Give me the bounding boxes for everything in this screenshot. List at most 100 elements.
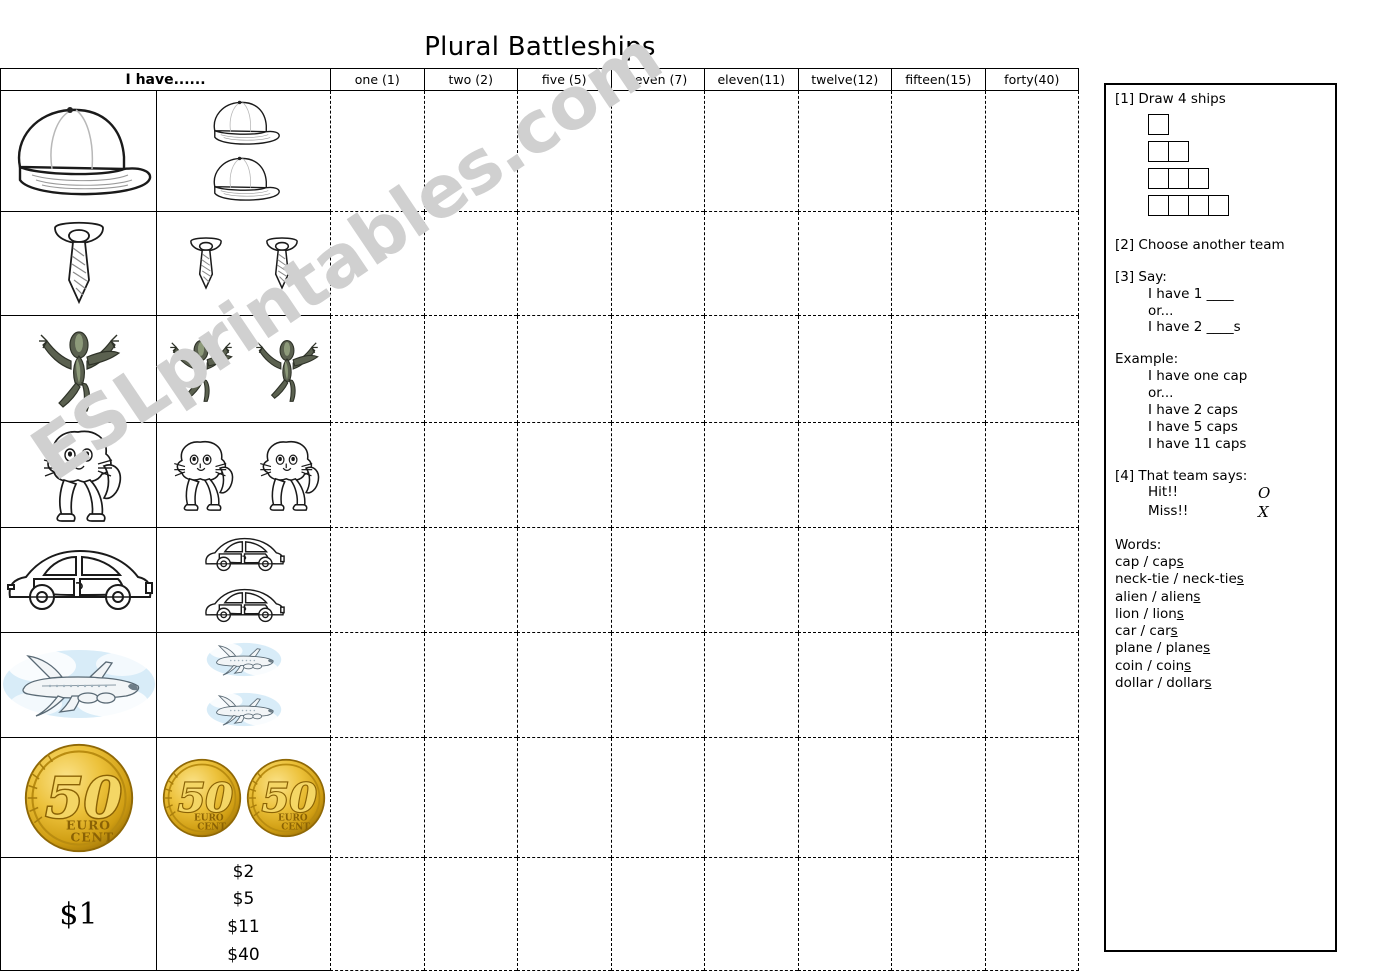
grid-cell[interactable] xyxy=(330,528,424,633)
grid-cell[interactable] xyxy=(891,528,985,633)
grid-cell[interactable] xyxy=(610,423,704,528)
example-line-or: or... xyxy=(1148,385,1174,401)
grid-cell[interactable] xyxy=(891,316,985,423)
grid-cell[interactable] xyxy=(704,212,798,316)
grid-cell[interactable] xyxy=(984,91,1079,212)
ship-cell xyxy=(1148,194,1169,216)
word-pair-coin: coin / coins xyxy=(1115,658,1326,675)
grid-cell[interactable] xyxy=(891,91,985,212)
dollar-amount-list: $2 $5 $11 $40 xyxy=(227,859,259,969)
grid-cell[interactable] xyxy=(797,91,891,212)
word-pair-plane: plane / planes xyxy=(1115,640,1326,657)
plane-icon xyxy=(206,642,281,677)
grid-cell[interactable] xyxy=(984,212,1079,316)
grid-cell[interactable] xyxy=(704,858,798,971)
grid-cell[interactable] xyxy=(423,528,517,633)
grid-cell[interactable] xyxy=(610,91,704,212)
word-plural-suffix: s xyxy=(1184,657,1192,674)
grid-cell[interactable] xyxy=(797,212,891,316)
grid-cell[interactable] xyxy=(704,633,798,738)
grid-cell[interactable] xyxy=(704,738,798,858)
example-line-1: I have one cap xyxy=(1148,368,1248,385)
grid-cell[interactable] xyxy=(330,633,424,738)
grid-cell[interactable] xyxy=(704,528,798,633)
word-separator: / xyxy=(1151,588,1161,605)
grid-cell[interactable] xyxy=(517,316,611,423)
grid-cell[interactable] xyxy=(517,91,611,212)
say-line-or: or... xyxy=(1148,302,1174,319)
page-title: Plural Battleships xyxy=(424,32,656,62)
grid-cell[interactable] xyxy=(517,633,611,738)
grid-cell[interactable] xyxy=(891,423,985,528)
dollar-amount: $2 xyxy=(232,861,255,882)
grid-cell[interactable] xyxy=(610,316,704,423)
grid-cell[interactable] xyxy=(891,858,985,971)
grid-cell[interactable] xyxy=(797,423,891,528)
grid-cell[interactable] xyxy=(330,91,424,212)
word-separator: / xyxy=(1157,675,1167,691)
grid-cell[interactable] xyxy=(517,423,611,528)
grid-cell[interactable] xyxy=(984,423,1079,528)
grid-cell[interactable] xyxy=(610,858,704,971)
grid-cell[interactable] xyxy=(797,858,891,971)
plane-icon xyxy=(206,692,281,727)
grid-cell[interactable] xyxy=(984,633,1079,738)
word-plural-stem: neck-tie xyxy=(1182,571,1237,588)
cell-plane-singular xyxy=(0,633,156,738)
answer-cells-coin xyxy=(330,738,1079,858)
word-plural-stem: plane xyxy=(1165,640,1204,657)
grid-cell[interactable] xyxy=(797,528,891,633)
grid-cell[interactable] xyxy=(423,423,517,528)
table-row-plane xyxy=(0,633,1079,738)
battleship-grid-table: I have...... one (1) two (2) five (5) se… xyxy=(0,68,1079,971)
grid-cell[interactable] xyxy=(797,738,891,858)
grid-cell[interactable] xyxy=(610,633,704,738)
grid-cell[interactable] xyxy=(797,316,891,423)
two-lions-icon xyxy=(159,428,329,522)
cell-cap-plural xyxy=(156,91,330,212)
grid-cell[interactable] xyxy=(891,633,985,738)
say-line-1: I have 1 ____ xyxy=(1148,285,1234,302)
column-headers: one (1) two (2) five (5) seven (7) eleve… xyxy=(330,68,1079,91)
grid-cell[interactable] xyxy=(423,633,517,738)
ship-size-3 xyxy=(1148,167,1326,189)
grid-cell[interactable] xyxy=(891,212,985,316)
grid-cell[interactable] xyxy=(517,212,611,316)
grid-cell[interactable] xyxy=(704,91,798,212)
grid-cell[interactable] xyxy=(423,316,517,423)
word-plural-suffix: s xyxy=(1170,623,1178,640)
word-pair-lion: lion / lions xyxy=(1115,606,1326,623)
grid-cell[interactable] xyxy=(891,738,985,858)
grid-cell[interactable] xyxy=(797,633,891,738)
ship-size-2 xyxy=(1148,140,1326,162)
grid-cell[interactable] xyxy=(610,738,704,858)
column-header-seven: seven (7) xyxy=(610,69,705,90)
grid-cell[interactable] xyxy=(704,316,798,423)
grid-cell[interactable] xyxy=(330,738,424,858)
grid-cell[interactable] xyxy=(517,738,611,858)
grid-cell[interactable] xyxy=(984,316,1079,423)
grid-cell[interactable] xyxy=(330,212,424,316)
instruction-step-1: [1] Draw 4 ships xyxy=(1115,91,1226,107)
grid-cell[interactable] xyxy=(610,212,704,316)
ship-size-4 xyxy=(1148,194,1326,216)
table-row-alien xyxy=(0,316,1079,423)
grid-cell[interactable] xyxy=(423,91,517,212)
grid-cell[interactable] xyxy=(517,858,611,971)
grid-cell[interactable] xyxy=(984,738,1079,858)
table-row-car xyxy=(0,528,1079,633)
word-plural-stem: car xyxy=(1149,623,1171,640)
grid-cell[interactable] xyxy=(984,858,1079,971)
grid-cell[interactable] xyxy=(330,423,424,528)
grid-cell[interactable] xyxy=(704,423,798,528)
grid-cell[interactable] xyxy=(610,528,704,633)
grid-cell[interactable] xyxy=(423,738,517,858)
grid-cell[interactable] xyxy=(423,858,517,971)
grid-cell[interactable] xyxy=(984,528,1079,633)
grid-cell[interactable] xyxy=(517,528,611,633)
grid-cell[interactable] xyxy=(423,212,517,316)
grid-cell[interactable] xyxy=(330,858,424,971)
word-singular: coin xyxy=(1115,657,1143,674)
grid-cell[interactable] xyxy=(330,316,424,423)
cell-dollar-plural: $2 $5 $11 $40 xyxy=(156,858,330,971)
